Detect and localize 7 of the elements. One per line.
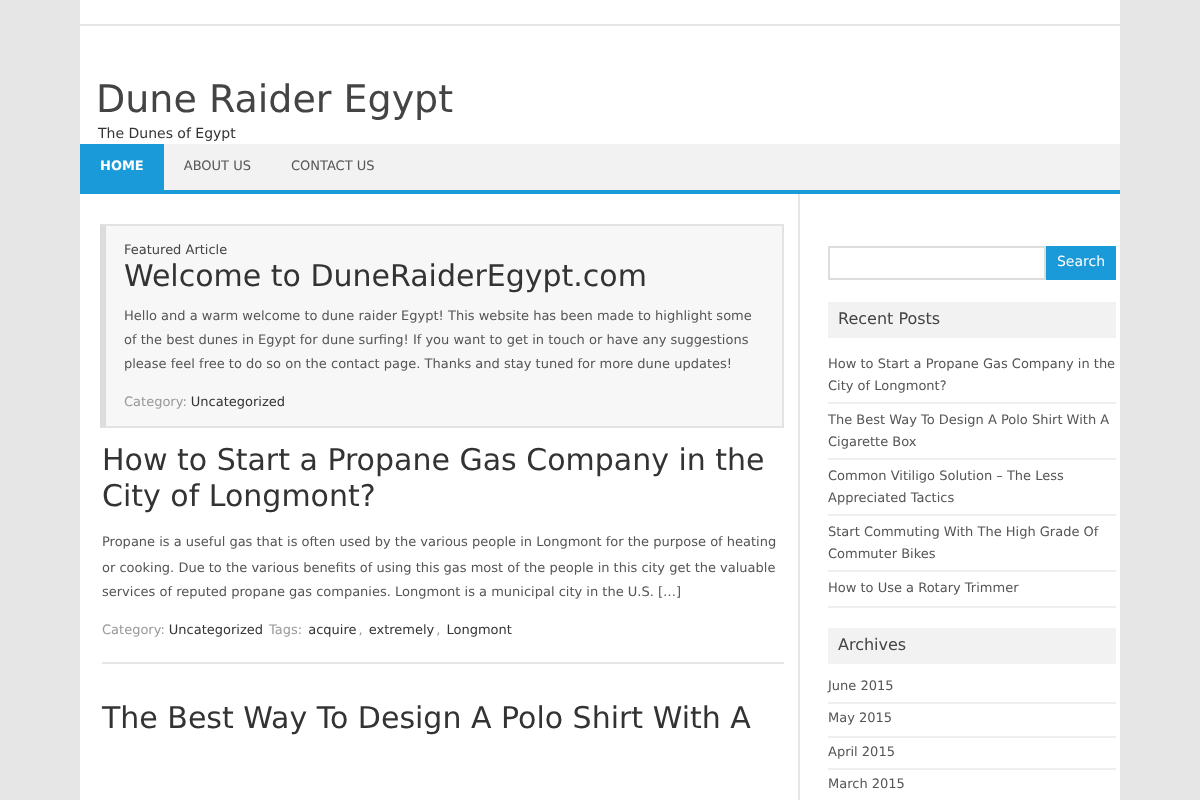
site-title[interactable]: Dune Raider Egypt (96, 78, 454, 122)
post-title[interactable]: How to Start a Propane Gas Company in the City of Longmont? (102, 442, 784, 514)
featured-title[interactable]: Welcome to DuneRaiderEgypt.com (124, 258, 647, 294)
widget-heading: Archives (828, 627, 1116, 663)
search-field[interactable] (828, 246, 1046, 280)
post-title[interactable]: The Best Way To Design A Polo Shirt With A (102, 699, 784, 735)
widget-heading: Recent Posts (828, 302, 1116, 338)
